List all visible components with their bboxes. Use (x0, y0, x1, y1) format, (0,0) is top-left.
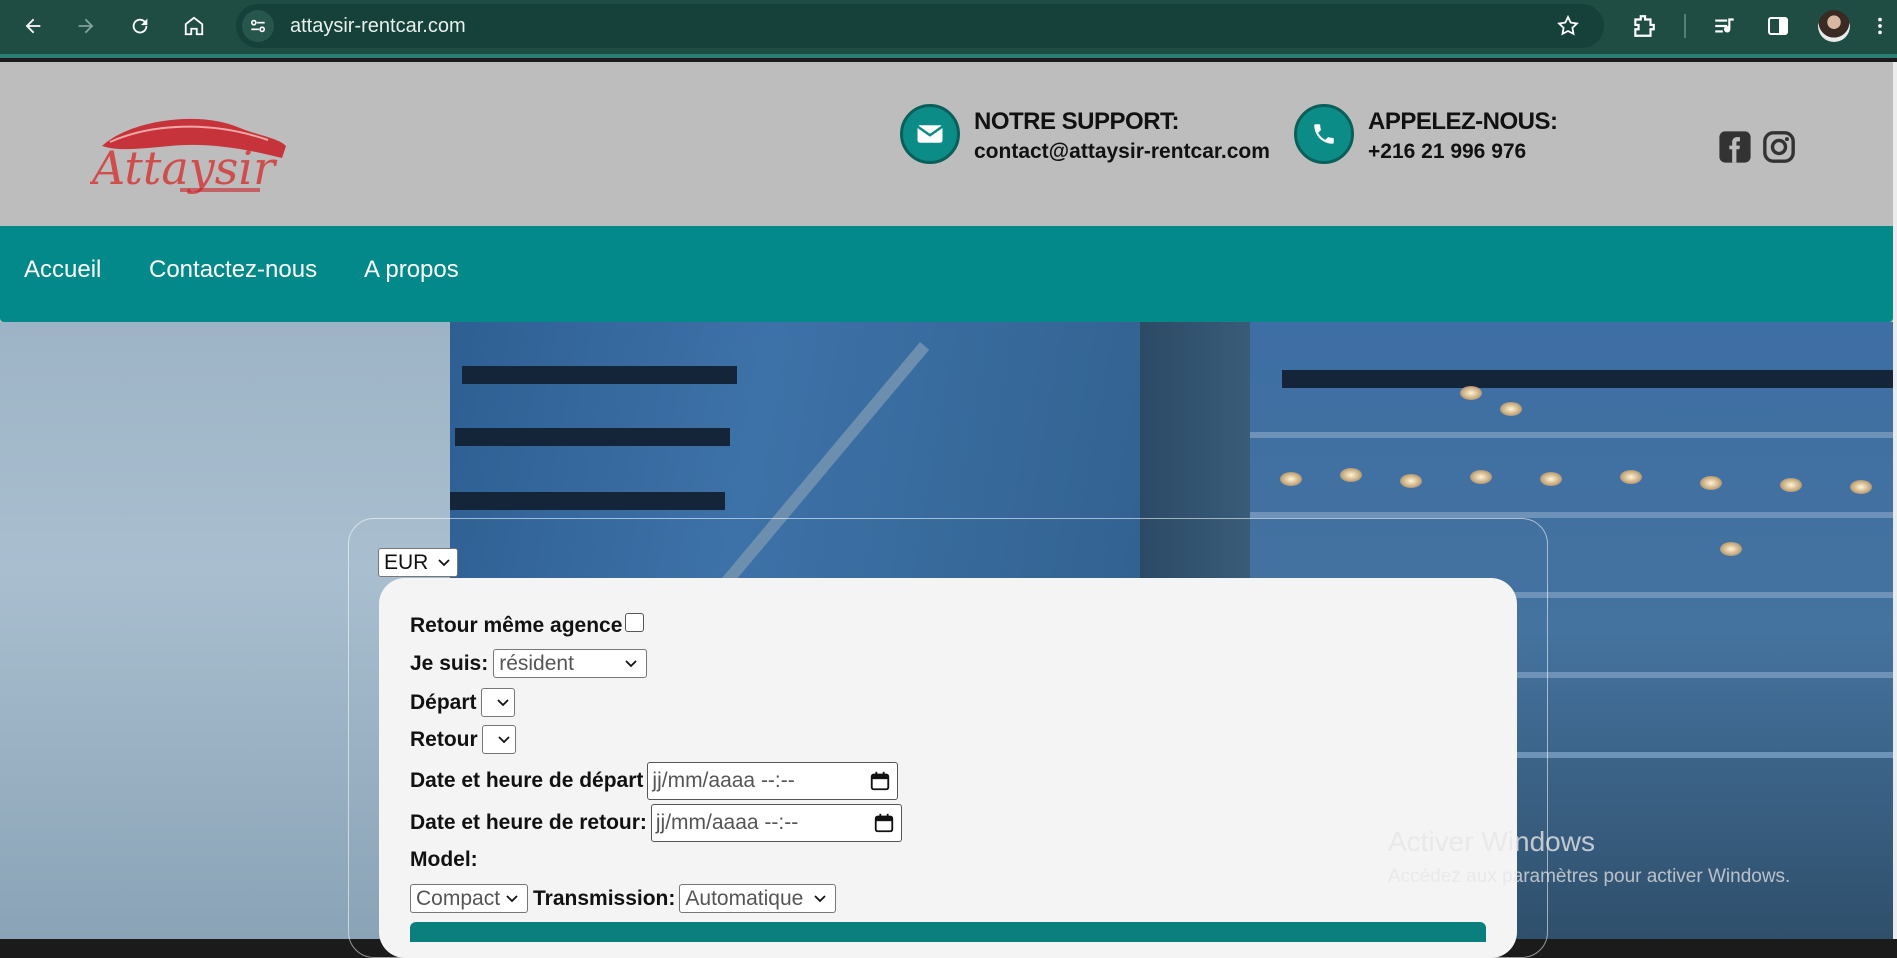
chevron-down-icon (506, 894, 518, 902)
instagram-icon[interactable] (1762, 130, 1796, 164)
extensions-icon[interactable] (1630, 12, 1658, 40)
departure-row: Départ (410, 688, 515, 717)
same-agency-row: Retour même agence (410, 612, 645, 638)
home-icon[interactable] (178, 10, 210, 42)
support-email[interactable]: contact@attaysir-rentcar.com (974, 140, 1270, 164)
side-panel-icon[interactable] (1764, 12, 1792, 40)
logo-text: Attaysir (90, 141, 278, 195)
phone-contact: APPELEZ-NOUS: +216 21 996 976 (1294, 104, 1558, 164)
model-label: Model: (410, 848, 478, 871)
url-text[interactable]: attaysir-rentcar.com (290, 15, 466, 38)
chevron-down-icon (496, 698, 509, 706)
back-icon[interactable] (17, 10, 49, 42)
chevron-down-icon (814, 894, 827, 902)
support-title: NOTRE SUPPORT: (974, 108, 1180, 135)
departure-label: Départ (410, 690, 477, 714)
phone-title: APPELEZ-NOUS: (1368, 108, 1558, 135)
support-contact: NOTRE SUPPORT: contact@attaysir-rentcar.… (900, 104, 1270, 164)
model-row: Model: (410, 848, 478, 872)
model-select[interactable]: Compact (410, 884, 528, 913)
nav-item-a-propos[interactable]: A propos (364, 256, 459, 284)
social-links (1708, 130, 1796, 164)
i-am-label: Je suis: (410, 651, 489, 675)
page-scrollbar[interactable] (1893, 62, 1897, 939)
chevron-down-icon (438, 558, 450, 566)
nav-item-accueil[interactable]: Accueil (24, 256, 101, 284)
transmission-select-value: Automatique (685, 886, 804, 910)
return-label: Retour (410, 727, 478, 751)
return-datetime-label: Date et heure de retour: (410, 811, 647, 834)
transmission-select[interactable]: Automatique (679, 884, 837, 913)
forward-icon[interactable] (70, 10, 102, 42)
envelope-icon (900, 104, 960, 164)
model-transmission-row: Compact Transmission: Automatique (410, 884, 837, 913)
currency-select[interactable]: EUR (378, 548, 458, 577)
departure-datetime-placeholder: jj/mm/aaaa --:-- (652, 769, 795, 792)
windows-activation-subtitle: Accédez aux paramètres pour activer Wind… (1388, 866, 1791, 887)
departure-datetime-row: Date et heure de départ jj/mm/aaaa --:-- (410, 762, 899, 800)
reload-icon[interactable] (124, 10, 156, 42)
windows-activation-title: Activer Windows (1388, 826, 1595, 857)
calendar-icon[interactable] (869, 770, 891, 792)
media-icon[interactable] (1711, 12, 1739, 40)
resident-select-value: résident (499, 651, 574, 675)
resident-select[interactable]: résident (493, 649, 648, 678)
calendar-icon[interactable] (873, 812, 895, 834)
site-info-icon[interactable] (242, 10, 274, 42)
chevron-down-icon (625, 659, 637, 667)
departure-select[interactable] (480, 688, 515, 717)
search-button[interactable] (410, 922, 1486, 942)
toolbar-separator (1684, 14, 1686, 38)
model-select-value: Compact (416, 886, 501, 910)
address-bar[interactable]: attaysir-rentcar.com (236, 4, 1604, 48)
chevron-down-icon (498, 735, 510, 743)
i-am-row: Je suis: résident (410, 649, 648, 678)
same-agency-checkbox[interactable] (625, 612, 645, 632)
bookmark-star-icon[interactable] (1556, 14, 1580, 38)
facebook-icon[interactable] (1718, 130, 1752, 164)
phone-number[interactable]: +216 21 996 976 (1368, 140, 1558, 164)
same-agency-label: Retour même agence (410, 614, 623, 637)
site-logo[interactable]: Attaysir (90, 102, 290, 202)
return-datetime-input[interactable]: jj/mm/aaaa --:-- (650, 804, 902, 842)
phone-icon (1294, 104, 1354, 164)
return-datetime-row: Date et heure de retour: jj/mm/aaaa --:-… (410, 804, 902, 842)
menu-icon[interactable] (1866, 12, 1894, 40)
browser-toolbar: attaysir-rentcar.com (0, 0, 1897, 58)
departure-datetime-label: Date et heure de départ (410, 769, 644, 792)
site-header: Attaysir NOTRE SUPPORT: contact@attaysir… (0, 62, 1893, 226)
transmission-label: Transmission: (533, 886, 676, 910)
nav-item-contactez-nous[interactable]: Contactez-nous (149, 256, 317, 284)
return-row: Retour (410, 725, 516, 754)
main-navigation: Accueil Contactez-nous A propos (0, 226, 1893, 322)
return-datetime-placeholder: jj/mm/aaaa --:-- (655, 811, 799, 834)
return-select[interactable] (481, 725, 516, 754)
profile-avatar[interactable] (1818, 10, 1850, 42)
departure-datetime-input[interactable]: jj/mm/aaaa --:-- (647, 762, 899, 800)
currency-value: EUR (384, 550, 429, 574)
